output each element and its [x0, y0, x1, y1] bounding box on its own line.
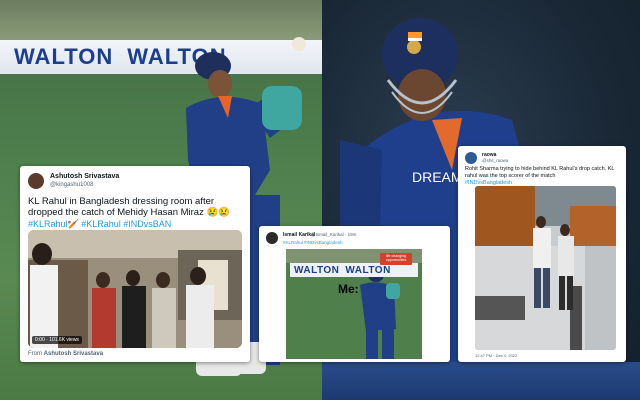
source-name[interactable]: Ashutosh Srivastava	[44, 351, 103, 357]
user-handle[interactable]: @Ismail_Karikal · 19m	[311, 232, 356, 237]
tweet-photo[interactable]	[475, 186, 616, 350]
cricket-ball	[292, 37, 306, 51]
ad-strip-bottom	[322, 362, 640, 400]
user-handle[interactable]: @kingashu1008	[50, 182, 93, 188]
user-handle[interactable]: @shit_raowa	[482, 158, 508, 163]
video-duration: 0:00 · 101.6K views	[32, 336, 82, 344]
player-head	[208, 70, 232, 98]
tweet-card-2[interactable]: Ismail Karikal @Ismail_Karikal · 19m #KL…	[259, 226, 450, 362]
avatar[interactable]	[266, 232, 278, 244]
tweet-text: Rohit Sharma trying to hide behind KL Ra…	[465, 166, 615, 179]
source-attribution: From Ashutosh Srivastava	[28, 351, 104, 357]
meme-board-text: WALTON	[294, 264, 340, 276]
hashtags[interactable]: #KLRahul🏏 #KLRahul #INDvsBAN	[28, 219, 171, 230]
flag-stripe-saffron	[408, 32, 422, 38]
helmet-crest	[407, 40, 421, 54]
tweet-card-3[interactable]: raowa @shit_raowa Rohit Sharma trying to…	[458, 146, 626, 362]
meme-image[interactable]: WALTON WALTON Me: life changing opportun…	[286, 249, 422, 359]
video-thumbnail[interactable]: 0:00 · 101.6K views	[28, 230, 242, 348]
meme-label: Me:	[338, 282, 359, 296]
jersey-text: DREAM	[412, 169, 463, 185]
meme-board-text-2: WALTON	[345, 264, 391, 276]
keeping-gloves	[262, 86, 302, 130]
meme-badge: life changing opportunities	[380, 253, 412, 265]
hashtags[interactable]: #KLRahul #INDvsBangladesh	[283, 240, 343, 245]
avatar[interactable]	[465, 152, 477, 164]
meme-board: WALTON WALTON	[290, 263, 418, 277]
stadium-corridor-scene	[475, 186, 616, 350]
tweet-text: KL Rahul in Bangladesh dressing room aft…	[28, 196, 231, 218]
dressing-room-scene	[28, 230, 242, 348]
avatar[interactable]	[28, 173, 44, 189]
flag-stripe-white	[408, 38, 422, 41]
display-name[interactable]: Ashutosh Srivastava	[50, 173, 119, 180]
tweet-timestamp: 12:47 PM · Dec 4, 2022	[475, 353, 518, 358]
tweet-card-1[interactable]: Ashutosh Srivastava @kingashu1008 KL Rah…	[20, 166, 250, 362]
